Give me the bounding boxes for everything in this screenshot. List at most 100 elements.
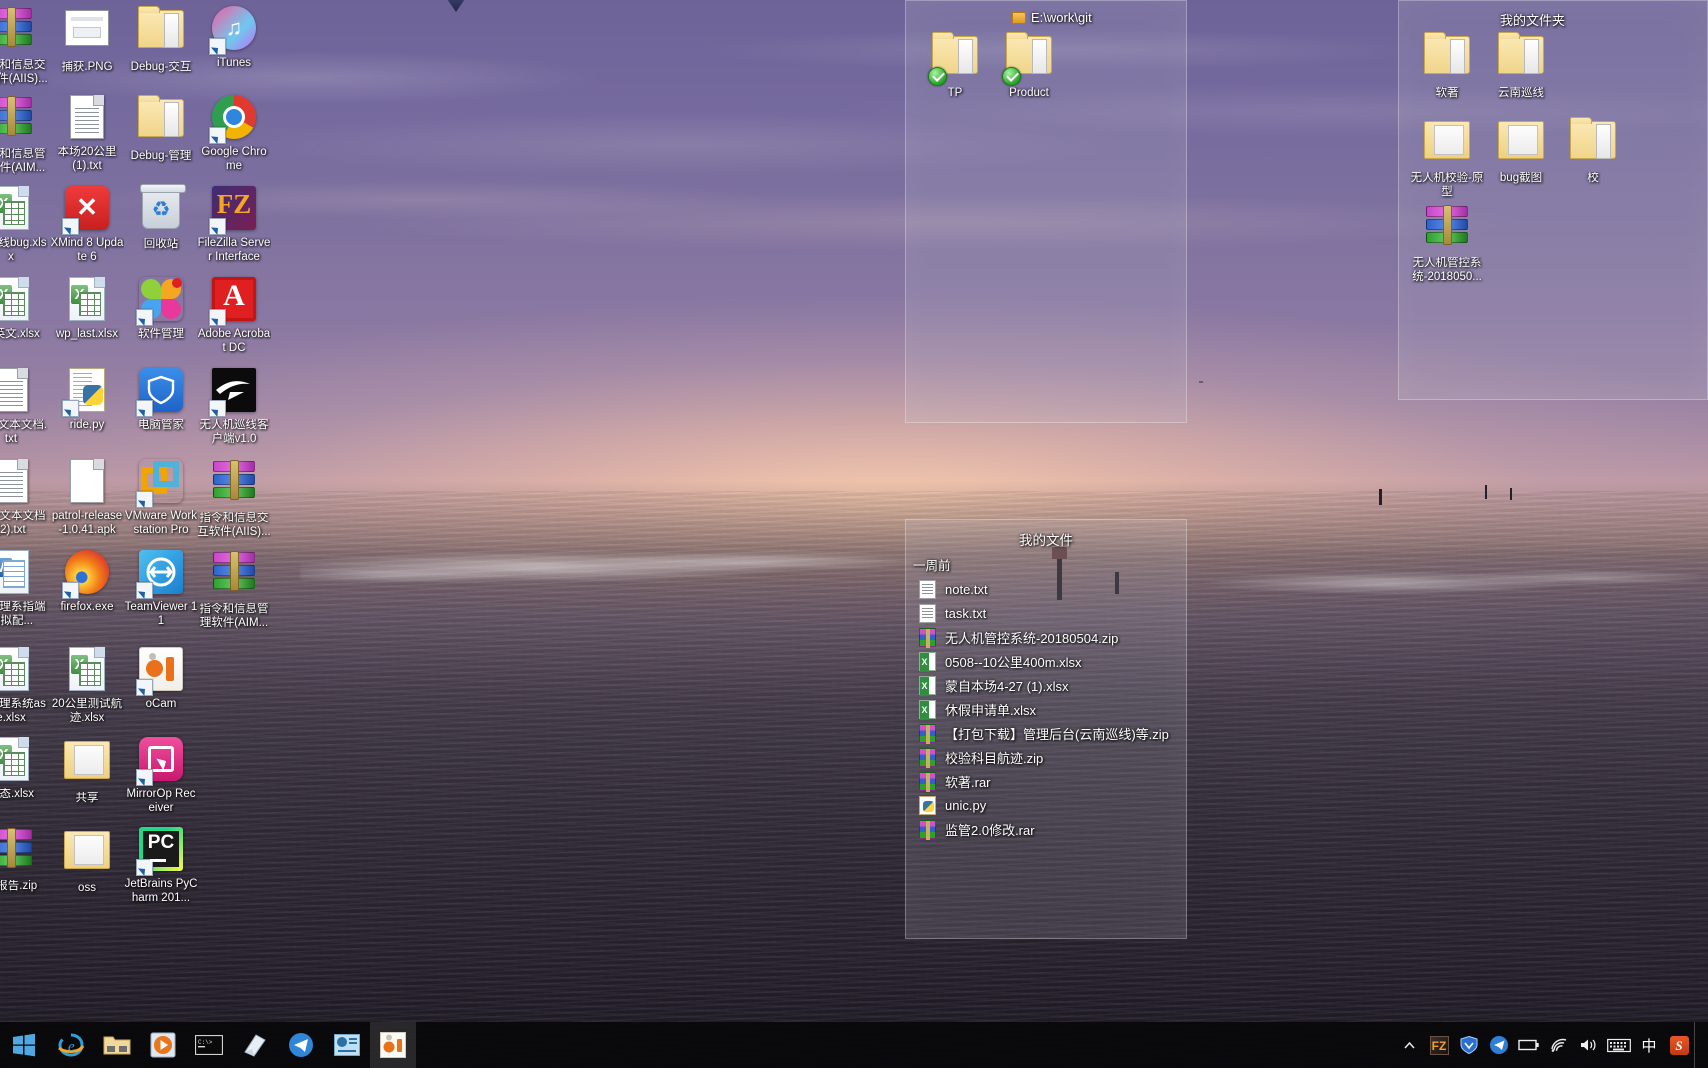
wallpaper-post-4 bbox=[1485, 485, 1487, 499]
shortcut-arrow-icon bbox=[136, 769, 153, 786]
file-list-item[interactable]: note.txt bbox=[905, 577, 1187, 601]
fence-myfolders-item-label: bug截图 bbox=[1499, 172, 1543, 184]
windows-logo-icon bbox=[13, 1033, 35, 1057]
desktop-icon[interactable]: Debug-管理 bbox=[124, 93, 198, 164]
show-hidden-icons-button[interactable] bbox=[1394, 1022, 1424, 1068]
desktop-icon[interactable]: W 据管理系指端模拟配... bbox=[0, 548, 48, 628]
file-list-item[interactable]: 软著.rar bbox=[905, 769, 1187, 793]
file-list-item[interactable]: unic.py bbox=[905, 793, 1187, 817]
file-list-item[interactable]: 校验科目航迹.zip bbox=[905, 745, 1187, 769]
file-list-item[interactable]: 监管2.0修改.rar bbox=[905, 817, 1187, 841]
desktop-icon[interactable]: Debug-交互 bbox=[124, 4, 198, 75]
desktop-icon[interactable]: 新建文本文档.txt bbox=[0, 366, 48, 446]
desktop-icon[interactable]: X 表英文.xlsx bbox=[0, 275, 48, 342]
show-desktop-button[interactable] bbox=[1694, 1022, 1702, 1068]
fence-myfolders-item[interactable]: 无人机管控系统-2018050... bbox=[1410, 202, 1484, 284]
desktop-icon[interactable]: PC JetBrains PyCharm 201... bbox=[124, 825, 198, 905]
shield-icon bbox=[1460, 1035, 1478, 1055]
taskbar-item-media-player[interactable] bbox=[140, 1022, 186, 1068]
desktop-icon[interactable]: 软件管理 bbox=[124, 275, 198, 342]
taskbar-item-internet-explorer[interactable]: e bbox=[48, 1022, 94, 1068]
taskbar-item-file-explorer[interactable] bbox=[94, 1022, 140, 1068]
file-list-item[interactable]: 休假申请单.xlsx bbox=[905, 697, 1187, 721]
shortcut-arrow-icon bbox=[209, 400, 226, 417]
desktop-icon[interactable]: ✕ XMind 8 Update 6 bbox=[50, 184, 124, 264]
desktop-icon-label: firefox.exe bbox=[60, 601, 114, 613]
desktop-icon[interactable]: patrol-release-1.0.41.apk bbox=[50, 457, 124, 537]
desktop-icon[interactable]: 回收站 bbox=[124, 184, 198, 252]
file-list-item[interactable]: 【打包下载】管理后台(云南巡线)等.zip bbox=[905, 721, 1187, 745]
keyboard-icon bbox=[1607, 1038, 1631, 1052]
desktop-icon[interactable]: Google Chrome bbox=[197, 93, 271, 173]
paper-plane-icon bbox=[1490, 1036, 1508, 1054]
text-file-icon bbox=[70, 95, 104, 139]
battery-icon[interactable] bbox=[1514, 1022, 1544, 1068]
text-file-icon bbox=[0, 459, 28, 503]
desktop-icon[interactable]: 本场20公里(1).txt bbox=[50, 93, 124, 173]
ime-indicator[interactable]: 中 bbox=[1634, 1022, 1664, 1068]
folder-icon bbox=[138, 6, 184, 48]
fence-git-item[interactable]: Product bbox=[992, 30, 1066, 101]
filezilla-tray-icon[interactable]: FZ bbox=[1424, 1022, 1454, 1068]
fence-myfolders-item[interactable]: 校 bbox=[1556, 115, 1630, 186]
desktop-icon[interactable]: MirrorOp Receiver bbox=[124, 735, 198, 815]
fence-myfolders-item[interactable]: bug截图 bbox=[1484, 115, 1558, 186]
file-list-item[interactable]: 蒙自本场4-27 (1).xlsx bbox=[905, 673, 1187, 697]
fence-myfolders-item[interactable]: 软著 bbox=[1410, 30, 1484, 101]
start-button[interactable] bbox=[0, 1022, 48, 1068]
desktop-icon[interactable]: 无人机巡线客户端v1.0 bbox=[197, 366, 271, 446]
fence-git-item-label: TP bbox=[947, 87, 963, 99]
desktop-icon[interactable]: 电脑管家 bbox=[124, 366, 198, 433]
wallpaper-post-3 bbox=[1379, 489, 1382, 505]
sogou-input-icon[interactable]: S bbox=[1664, 1022, 1694, 1068]
fence-myfolders-item[interactable]: 无人机校验-原型 bbox=[1410, 115, 1484, 199]
desktop-icon[interactable]: X 前巡线bug.xlsx bbox=[0, 184, 48, 264]
desktop-icon[interactable]: firefox.exe bbox=[50, 548, 124, 615]
desktop-icon[interactable]: VMware Workstation Pro bbox=[124, 457, 198, 537]
desktop-icon[interactable]: 捕获.PNG bbox=[50, 4, 124, 75]
desktop-icon[interactable]: oss bbox=[50, 825, 124, 896]
network-wifi-icon[interactable] bbox=[1544, 1022, 1574, 1068]
taskbar-item-command-prompt[interactable]: C:\> bbox=[186, 1022, 232, 1068]
file-list-item[interactable]: task.txt bbox=[905, 601, 1187, 625]
taskbar-item-notepad[interactable] bbox=[232, 1022, 278, 1068]
desktop-icon[interactable]: X 动态.xlsx bbox=[0, 735, 48, 802]
fence-myfolders-item-label: 校 bbox=[1587, 172, 1599, 184]
desktop-icon[interactable]: 共享 bbox=[50, 735, 124, 806]
file-list-item[interactable]: 无人机管控系统-20180504.zip bbox=[905, 625, 1187, 649]
desktop-icon[interactable]: 指令和信息管理软件(AIM... bbox=[0, 93, 48, 175]
speaker-icon bbox=[1581, 1039, 1596, 1051]
desktop-icon[interactable]: 指令和信息交互软件(AIIS)... bbox=[0, 4, 48, 86]
desktop-icon[interactable]: TeamViewer 11 bbox=[124, 548, 198, 628]
desktop-icon[interactable]: ride.py bbox=[50, 366, 124, 433]
keyboard-icon[interactable] bbox=[1604, 1022, 1634, 1068]
desktop-icon[interactable]: A Adobe Acrobat DC bbox=[197, 275, 271, 355]
fence-myfiles-content: 我的文件 一周前 note.txt task.txt 无人机管控系统-2018050… bbox=[905, 519, 1187, 939]
taskbar-item-ocam[interactable] bbox=[370, 1022, 416, 1068]
desktop-icon[interactable]: 指令和信息交互软件(AIIS)... bbox=[197, 457, 271, 539]
taskbar-item-powerpoint[interactable] bbox=[324, 1022, 370, 1068]
excel-file-icon: X bbox=[0, 186, 29, 230]
open-folder-icon bbox=[1424, 121, 1470, 159]
desktop-icon[interactable]: 新建文本文档(2).txt bbox=[0, 457, 48, 537]
telegram-tray-icon[interactable] bbox=[1484, 1022, 1514, 1068]
fence-git-title: E:\work\git bbox=[1012, 10, 1092, 25]
file-list-item[interactable]: 0508--10公里400m.xlsx bbox=[905, 649, 1187, 673]
taskbar-item-telegram[interactable] bbox=[278, 1022, 324, 1068]
tencent-pc-manager-tray-icon[interactable] bbox=[1454, 1022, 1484, 1068]
fence-myfolders-item[interactable]: 云南巡线 bbox=[1484, 30, 1558, 101]
desktop-icon[interactable]: Xwp_last.xlsx bbox=[50, 275, 124, 342]
fence-git-item[interactable]: TP bbox=[918, 30, 992, 101]
desktop-icon[interactable]: oCam bbox=[124, 645, 198, 712]
desktop-icon[interactable]: X 20公里测试航迹.xlsx bbox=[50, 645, 124, 725]
file-name: unic.py bbox=[945, 797, 987, 813]
desktop-icon-label: wp_last.xlsx bbox=[56, 328, 118, 340]
desktop-icon-label: 指令和信息交互软件(AIIS)... bbox=[197, 512, 271, 538]
desktop-icon[interactable]: X 据管理系统ase.xlsx bbox=[0, 645, 48, 725]
desktop-icon[interactable]: 试报告.zip bbox=[0, 825, 48, 894]
desktop-icon[interactable]: FZ FileZilla Server Interface bbox=[197, 184, 271, 264]
desktop-icon[interactable]: 指令和信息管理软件(AIM... bbox=[197, 548, 271, 630]
volume-icon[interactable] bbox=[1574, 1022, 1604, 1068]
desktop-icon[interactable]: ♫ iTunes bbox=[197, 4, 271, 71]
winrar-archive-icon bbox=[0, 828, 32, 869]
